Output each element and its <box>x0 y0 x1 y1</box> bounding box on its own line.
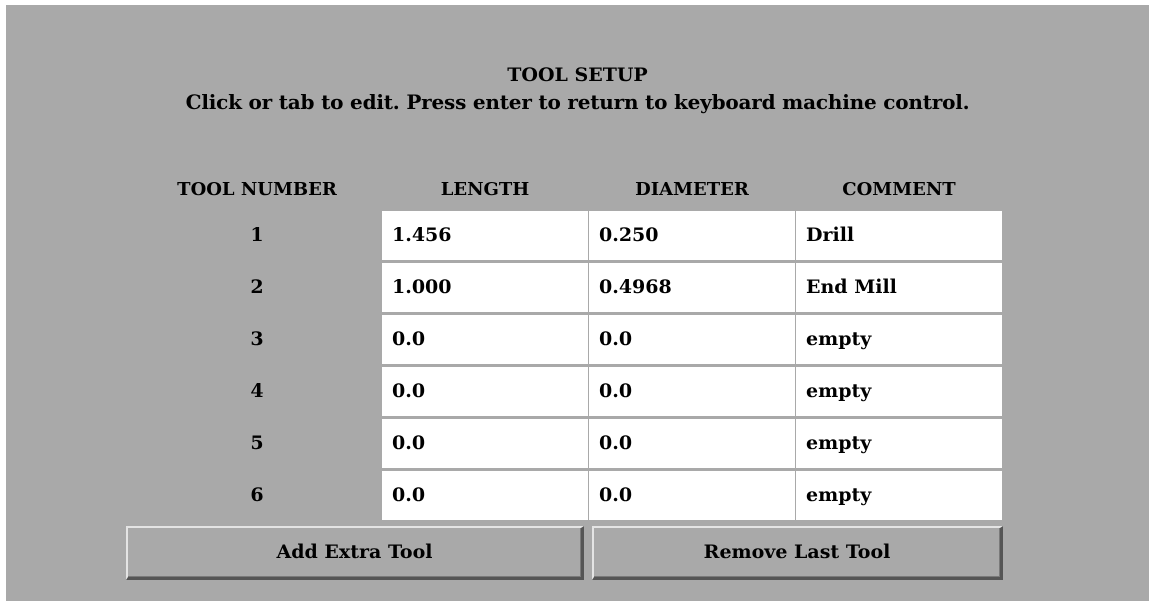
comment-field[interactable]: End Mill <box>796 263 1002 312</box>
diameter-field[interactable]: 0.0 <box>589 367 795 416</box>
tool-number-cell: 6 <box>250 484 264 506</box>
page-title: TOOL SETUP <box>507 64 648 86</box>
length-field[interactable]: 0.0 <box>382 419 588 468</box>
length-field[interactable]: 0.0 <box>382 471 588 520</box>
column-header-diameter: DIAMETER <box>635 179 749 200</box>
diameter-field[interactable]: 0.0 <box>589 315 795 364</box>
length-field[interactable]: 0.0 <box>382 315 588 364</box>
length-field[interactable]: 0.0 <box>382 367 588 416</box>
remove-last-tool-button[interactable]: Remove Last Tool <box>592 526 1003 580</box>
column-header-comment: COMMENT <box>842 179 956 200</box>
column-header-tool-number: TOOL NUMBER <box>177 179 337 200</box>
diameter-field[interactable]: 0.250 <box>589 211 795 260</box>
table-row: 2 1.000 0.4968 End Mill <box>6 263 1149 315</box>
comment-field[interactable]: empty <box>796 315 1002 364</box>
diameter-field[interactable]: 0.0 <box>589 471 795 520</box>
length-field[interactable]: 1.456 <box>382 211 588 260</box>
tool-table: 1 1.456 0.250 Drill 2 1.000 0.4968 End M… <box>6 211 1149 523</box>
tool-number-cell: 2 <box>250 276 264 298</box>
table-row: 6 0.0 0.0 empty <box>6 471 1149 523</box>
tool-number-cell: 5 <box>250 432 264 454</box>
table-row: 3 0.0 0.0 empty <box>6 315 1149 367</box>
comment-field[interactable]: empty <box>796 367 1002 416</box>
comment-field[interactable]: empty <box>796 471 1002 520</box>
tool-number-cell: 3 <box>250 328 264 350</box>
tool-number-cell: 1 <box>250 224 264 246</box>
table-row: 4 0.0 0.0 empty <box>6 367 1149 419</box>
comment-field[interactable]: empty <box>796 419 1002 468</box>
table-row: 5 0.0 0.0 empty <box>6 419 1149 471</box>
add-extra-tool-button[interactable]: Add Extra Tool <box>126 526 584 580</box>
table-row: 1 1.456 0.250 Drill <box>6 211 1149 263</box>
length-field[interactable]: 1.000 <box>382 263 588 312</box>
diameter-field[interactable]: 0.0 <box>589 419 795 468</box>
comment-field[interactable]: Drill <box>796 211 1002 260</box>
tool-number-cell: 4 <box>250 380 264 402</box>
tool-setup-panel: TOOL SETUP Click or tab to edit. Press e… <box>6 5 1149 601</box>
instructions-text: Click or tab to edit. Press enter to ret… <box>185 90 970 114</box>
column-header-length: LENGTH <box>440 179 530 200</box>
diameter-field[interactable]: 0.4968 <box>589 263 795 312</box>
